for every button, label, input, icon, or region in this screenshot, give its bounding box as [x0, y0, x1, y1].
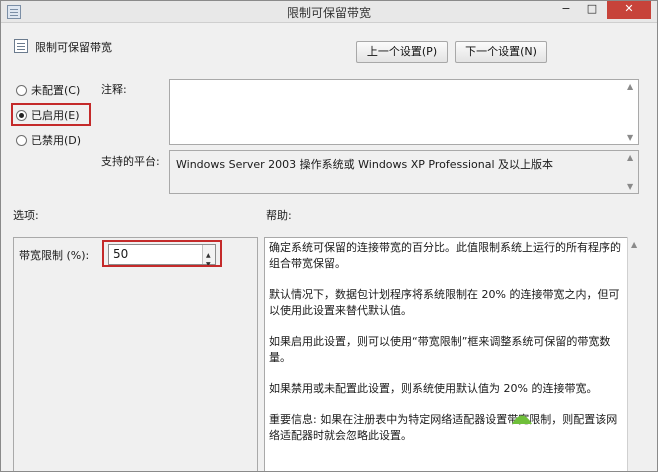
- supported-platform-field: Windows Server 2003 操作系统或 Windows XP Pro…: [169, 150, 639, 194]
- comment-scrollbar[interactable]: ▲ ▼: [624, 80, 638, 144]
- help-scrollbar[interactable]: ▲: [627, 237, 641, 471]
- help-paragraph: 如果启用此设置，则可以使用“带宽限制”框来调整系统可保留的带宽数量。: [269, 335, 611, 364]
- radio-label: 已禁用(D): [31, 134, 82, 147]
- help-paragraph: 重要信息: 如果在注册表中为特定网络适配器设置带宽限制，则配置该网络适配器时就会…: [269, 413, 618, 442]
- previous-setting-button[interactable]: 上一个设置(P): [356, 41, 448, 63]
- radio-disabled[interactable]: 已禁用(D): [16, 133, 81, 149]
- title-bar[interactable]: 限制可保留带宽 − □ ✕: [1, 1, 657, 23]
- leaf-watermark-icon: [512, 415, 532, 424]
- setting-name: 限制可保留带宽: [35, 41, 112, 54]
- close-button[interactable]: ✕: [607, 1, 651, 19]
- scroll-down-icon[interactable]: ▼: [627, 133, 633, 142]
- supported-platform-label: 支持的平台:: [101, 155, 160, 168]
- comment-textarea[interactable]: ▲ ▼: [169, 79, 639, 145]
- radio-not-configured[interactable]: 未配置(C): [16, 83, 80, 99]
- scroll-down-icon[interactable]: ▼: [627, 182, 633, 191]
- radio-button[interactable]: [16, 85, 27, 96]
- help-paragraph: 如果禁用或未配置此设置，则系统使用默认值为 20% 的连接带宽。: [269, 382, 598, 395]
- scroll-up-icon[interactable]: ▲: [627, 153, 633, 162]
- options-label: 选项:: [13, 209, 39, 222]
- policy-setting-dialog: 限制可保留带宽 − □ ✕ 限制可保留带宽 上一个设置(P) 下一个设置(N) …: [0, 0, 658, 472]
- radio-button[interactable]: [16, 135, 27, 146]
- setting-policy-icon: [14, 39, 28, 53]
- highlight-box-bandwidth: [102, 240, 222, 267]
- scroll-up-icon[interactable]: ▲: [631, 240, 637, 249]
- options-panel: 带宽限制 (%): 50 ▲ ▼: [13, 237, 258, 471]
- bandwidth-limit-label: 带宽限制 (%):: [19, 249, 90, 262]
- supported-platform-text: Windows Server 2003 操作系统或 Windows XP Pro…: [176, 158, 554, 171]
- platform-scrollbar[interactable]: ▲ ▼: [624, 151, 638, 193]
- scroll-up-icon[interactable]: ▲: [627, 82, 633, 91]
- comment-label: 注释:: [101, 83, 127, 96]
- help-paragraph: 确定系统可保留的连接带宽的百分比。此值限制系统上运行的所有程序的组合带宽保留。: [269, 241, 621, 270]
- maximize-button[interactable]: □: [579, 1, 605, 19]
- help-label: 帮助:: [266, 209, 292, 222]
- next-setting-button[interactable]: 下一个设置(N): [455, 41, 547, 63]
- highlight-box-enabled: [11, 103, 91, 126]
- help-paragraph: 默认情况下，数据包计划程序将系统限制在 20% 的连接带宽之内，但可以使用此设置…: [269, 288, 620, 317]
- radio-label: 未配置(C): [31, 84, 81, 97]
- minimize-button[interactable]: −: [553, 1, 579, 19]
- help-panel: 确定系统可保留的连接带宽的百分比。此值限制系统上运行的所有程序的组合带宽保留。 …: [264, 237, 641, 471]
